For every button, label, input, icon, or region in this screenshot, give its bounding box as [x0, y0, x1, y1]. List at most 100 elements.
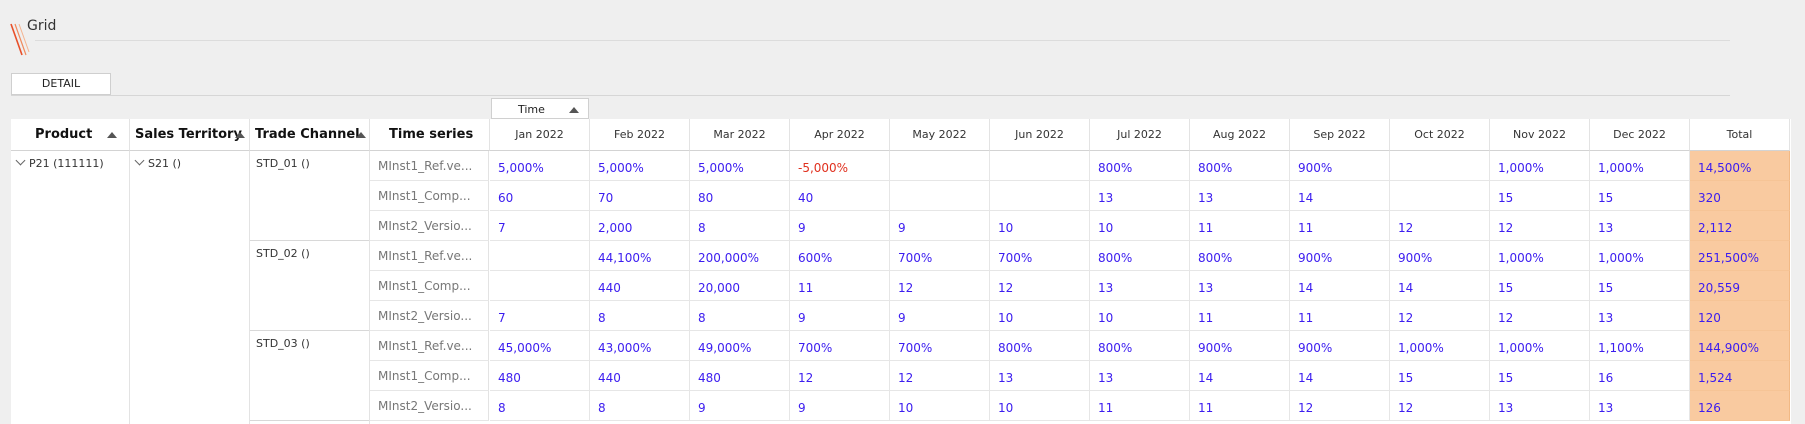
value-cell[interactable]: 15 [1590, 271, 1690, 301]
total-cell[interactable]: 14,500% [1690, 151, 1790, 181]
value-cell[interactable]: 480 [690, 361, 790, 391]
value-cell[interactable]: 1,100% [1590, 331, 1690, 361]
value-cell[interactable]: 440 [590, 271, 690, 301]
trade-channel-member[interactable]: STD_01 () [256, 157, 310, 170]
value-cell[interactable]: 14 [1390, 271, 1490, 301]
value-cell[interactable]: 9 [790, 211, 890, 241]
value-cell[interactable]: 11 [1190, 301, 1290, 331]
value-cell[interactable] [1390, 181, 1490, 211]
value-cell[interactable]: 13 [1590, 211, 1690, 241]
value-cell[interactable]: 7 [490, 211, 590, 241]
value-cell[interactable]: 11 [1290, 211, 1390, 241]
value-cell[interactable]: 7 [490, 301, 590, 331]
column-header-month[interactable]: Nov 2022 [1490, 119, 1590, 151]
column-header-month[interactable]: Aug 2022 [1190, 119, 1290, 151]
value-cell[interactable]: 13 [1590, 301, 1690, 331]
tab-detail[interactable]: DETAIL [11, 73, 111, 95]
value-cell[interactable]: 60 [490, 181, 590, 211]
value-cell[interactable]: 13 [990, 361, 1090, 391]
sort-ascending-icon[interactable] [235, 132, 245, 138]
value-cell[interactable] [890, 151, 990, 181]
value-cell[interactable]: 900% [1190, 331, 1290, 361]
sort-ascending-icon[interactable] [356, 132, 366, 138]
value-cell[interactable]: 13 [1590, 391, 1690, 421]
value-cell[interactable]: 10 [990, 211, 1090, 241]
value-cell[interactable]: 1,000% [1590, 241, 1690, 271]
value-cell[interactable] [890, 181, 990, 211]
value-cell[interactable] [490, 241, 590, 271]
column-header-month[interactable]: Mar 2022 [690, 119, 790, 151]
value-cell[interactable]: 1,000% [1490, 151, 1590, 181]
value-cell[interactable]: 700% [790, 331, 890, 361]
value-cell[interactable]: 11 [1290, 301, 1390, 331]
value-cell[interactable]: 5,000% [690, 151, 790, 181]
value-cell[interactable]: 40 [790, 181, 890, 211]
value-cell[interactable]: 9 [790, 391, 890, 421]
territory-member[interactable]: S21 () [134, 155, 181, 170]
value-cell[interactable]: 13 [1190, 181, 1290, 211]
value-cell[interactable]: 12 [1390, 391, 1490, 421]
value-cell[interactable]: 900% [1290, 151, 1390, 181]
value-cell[interactable]: 900% [1390, 241, 1490, 271]
value-cell[interactable]: 11 [790, 271, 890, 301]
value-cell[interactable]: 12 [1490, 301, 1590, 331]
value-cell[interactable]: 12 [890, 271, 990, 301]
column-header-month[interactable]: Jul 2022 [1090, 119, 1190, 151]
column-header-total[interactable]: Total [1690, 119, 1790, 151]
value-cell[interactable]: 10 [990, 301, 1090, 331]
value-cell[interactable]: -5,000% [790, 151, 890, 181]
value-cell[interactable]: 12 [890, 361, 990, 391]
value-cell[interactable]: 440 [590, 361, 690, 391]
value-cell[interactable]: 12 [1390, 211, 1490, 241]
value-cell[interactable]: 15 [1490, 181, 1590, 211]
total-cell[interactable]: 320 [1690, 181, 1790, 211]
column-header-month[interactable]: Feb 2022 [590, 119, 690, 151]
value-cell[interactable] [1390, 151, 1490, 181]
value-cell[interactable]: 480 [490, 361, 590, 391]
value-cell[interactable]: 13 [1490, 391, 1590, 421]
value-cell[interactable]: 1,000% [1490, 241, 1590, 271]
trade-channel-member[interactable]: STD_02 () [256, 247, 310, 260]
value-cell[interactable]: 11 [1090, 391, 1190, 421]
trade-channel-member[interactable]: STD_03 () [256, 337, 310, 350]
value-cell[interactable]: 44,100% [590, 241, 690, 271]
value-cell[interactable]: 14 [1290, 181, 1390, 211]
sort-ascending-icon[interactable] [107, 132, 117, 138]
value-cell[interactable]: 15 [1490, 271, 1590, 301]
column-header-month[interactable]: Sep 2022 [1290, 119, 1390, 151]
sort-ascending-icon[interactable] [569, 107, 579, 113]
value-cell[interactable]: 8 [590, 391, 690, 421]
value-cell[interactable]: 10 [1090, 211, 1190, 241]
column-header-time-series[interactable]: Time series [370, 119, 490, 151]
value-cell[interactable]: 15 [1590, 181, 1690, 211]
value-cell[interactable]: 2,000 [590, 211, 690, 241]
value-cell[interactable]: 9 [790, 301, 890, 331]
total-cell[interactable]: 144,900% [1690, 331, 1790, 361]
value-cell[interactable]: 800% [1190, 241, 1290, 271]
value-cell[interactable]: 10 [890, 391, 990, 421]
value-cell[interactable]: 49,000% [690, 331, 790, 361]
value-cell[interactable]: 13 [1090, 361, 1190, 391]
value-cell[interactable]: 200,000% [690, 241, 790, 271]
value-cell[interactable]: 1,000% [1490, 331, 1590, 361]
value-cell[interactable]: 5,000% [490, 151, 590, 181]
chevron-down-icon[interactable] [134, 155, 145, 166]
value-cell[interactable] [990, 151, 1090, 181]
value-cell[interactable]: 700% [890, 241, 990, 271]
value-cell[interactable]: 14 [1290, 271, 1390, 301]
value-cell[interactable]: 800% [1090, 331, 1190, 361]
value-cell[interactable]: 12 [790, 361, 890, 391]
value-cell[interactable]: 80 [690, 181, 790, 211]
total-cell[interactable]: 251,500% [1690, 241, 1790, 271]
total-cell[interactable]: 20,559 [1690, 271, 1790, 301]
value-cell[interactable]: 10 [990, 391, 1090, 421]
product-member[interactable]: P21 (111111) [15, 155, 104, 170]
column-header-product[interactable]: Product [11, 119, 130, 151]
value-cell[interactable]: 600% [790, 241, 890, 271]
value-cell[interactable] [490, 271, 590, 301]
value-cell[interactable]: 900% [1290, 331, 1390, 361]
total-cell[interactable]: 2,112 [1690, 211, 1790, 241]
value-cell[interactable]: 15 [1390, 361, 1490, 391]
value-cell[interactable]: 9 [690, 391, 790, 421]
value-cell[interactable]: 10 [1090, 301, 1190, 331]
